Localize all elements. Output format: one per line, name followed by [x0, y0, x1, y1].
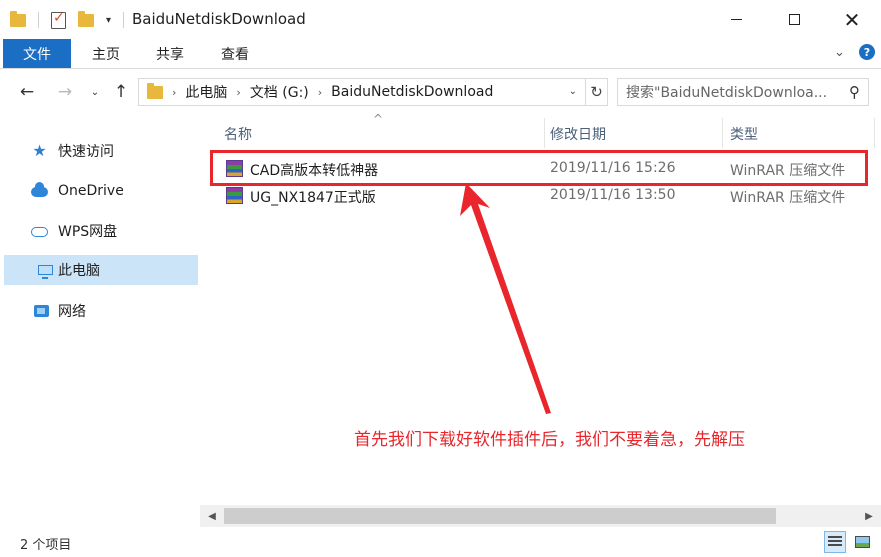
folder-icon [10, 10, 26, 27]
toolbar-divider [38, 12, 39, 28]
column-divider[interactable] [544, 118, 545, 148]
tab-file[interactable]: 文件 [3, 39, 71, 68]
details-view-button[interactable] [824, 531, 846, 553]
column-header-date[interactable]: 修改日期 [550, 118, 606, 150]
customize-toolbar-icon[interactable]: ▾ [106, 15, 111, 26]
window-title: BaiduNetdiskDownload [132, 10, 306, 28]
sidebar-item-network[interactable]: 网络 [4, 296, 198, 326]
sidebar-item-label: 此电脑 [58, 263, 100, 279]
item-count: 2 个项目 [20, 538, 72, 553]
file-modified-date: 2019/11/16 13:50 [550, 187, 676, 203]
quick-access-toolbar: ▾ [10, 10, 125, 30]
refresh-icon: ↻ [590, 83, 603, 101]
winrar-archive-icon [226, 187, 243, 204]
forward-button[interactable]: → [52, 80, 78, 104]
properties-icon[interactable] [51, 10, 66, 29]
help-icon[interactable]: ? [859, 44, 875, 60]
recent-locations-button[interactable]: ⌄ [86, 80, 104, 104]
close-icon: ✕ [843, 7, 861, 32]
chevron-right-icon[interactable]: › [236, 86, 240, 99]
chevron-down-icon: ⌄ [90, 86, 100, 98]
column-header-type[interactable]: 类型 [730, 118, 758, 150]
sort-ascending-icon: ^ [373, 112, 384, 126]
network-icon [33, 303, 50, 318]
refresh-button[interactable]: ↻ [585, 79, 607, 105]
sidebar-item-label: WPS网盘 [58, 224, 118, 240]
cloud-outline-icon [31, 223, 48, 238]
chevron-right-icon[interactable]: › [172, 86, 176, 99]
new-folder-icon[interactable] [78, 10, 94, 27]
status-bar: 2 个项目 [0, 528, 881, 557]
details-view-icon [828, 536, 842, 548]
maximize-button[interactable] [765, 0, 823, 39]
expand-ribbon-icon[interactable]: ⌄ [834, 45, 845, 60]
explorer-window: ▾ BaiduNetdiskDownload ✕ 文件 主页 共享 查看 ⌄ ?… [0, 0, 881, 557]
scrollbar-thumb[interactable] [224, 508, 776, 524]
computer-icon [37, 262, 54, 279]
sidebar-item-label: 快速访问 [58, 144, 114, 160]
sidebar-item-onedrive[interactable]: OneDrive [4, 176, 198, 206]
file-list: ^ 名称 修改日期 类型 CAD高版本转低神器 2019/11/16 15:26… [200, 112, 881, 528]
cloud-icon [31, 182, 48, 198]
back-button[interactable]: ← [14, 80, 40, 104]
horizontal-scrollbar[interactable]: ◀ ▶ [200, 505, 881, 527]
title-bar: ▾ BaiduNetdiskDownload ✕ [0, 0, 881, 39]
large-icons-view-icon [854, 536, 870, 548]
toolbar-divider [123, 12, 125, 28]
address-history-icon[interactable]: ⌄ [569, 86, 577, 97]
arrow-right-icon: → [57, 82, 73, 102]
annotation-text: 首先我们下载好软件插件后，我们不要着急，先解压 [354, 430, 745, 450]
navigation-bar: ← → ⌄ ↑ › 此电脑 › 文档 (G:) › BaiduNetdiskDo… [0, 70, 881, 114]
tab-home[interactable]: 主页 [78, 39, 134, 68]
file-name: UG_NX1847正式版 [250, 190, 376, 206]
minimize-button[interactable] [707, 0, 765, 39]
star-icon: ★ [32, 141, 47, 160]
up-button[interactable]: ↑ [108, 80, 134, 104]
column-divider[interactable] [722, 118, 723, 148]
maximize-icon [788, 14, 800, 25]
folder-icon [147, 82, 163, 99]
large-icons-view-button[interactable] [851, 531, 873, 553]
sidebar-item-this-pc[interactable]: 此电脑 [4, 255, 198, 285]
breadcrumb-drive-g[interactable]: 文档 (G:) [250, 82, 309, 102]
search-box[interactable]: 搜索"BaiduNetdiskDownloa... ⚲ [617, 78, 869, 106]
sidebar-item-label: OneDrive [58, 183, 124, 199]
file-row[interactable]: UG_NX1847正式版 2019/11/16 13:50 WinRAR 压缩文… [210, 183, 874, 209]
tab-share[interactable]: 共享 [142, 39, 198, 68]
chevron-right-icon[interactable]: › [318, 86, 322, 99]
sidebar-item-wps[interactable]: WPS网盘 [4, 216, 198, 246]
arrow-left-icon: ← [19, 82, 35, 102]
close-button[interactable]: ✕ [823, 0, 881, 39]
column-divider[interactable] [874, 118, 875, 148]
sidebar-item-quick-access[interactable]: ★ 快速访问 [4, 136, 198, 166]
breadcrumb-this-pc[interactable]: 此电脑 [185, 82, 227, 102]
column-header-name[interactable]: 名称 [224, 118, 252, 150]
scroll-right-icon[interactable]: ▶ [861, 508, 877, 524]
navigation-pane: ★ 快速访问 OneDrive WPS网盘 此电脑 网络 [0, 114, 200, 528]
ribbon-tabs: 文件 主页 共享 查看 ⌄ ? [0, 39, 881, 69]
address-bar[interactable]: › 此电脑 › 文档 (G:) › BaiduNetdiskDownload ⌄… [138, 78, 608, 106]
breadcrumb-current-folder[interactable]: BaiduNetdiskDownload [331, 84, 493, 100]
minimize-icon [730, 19, 742, 20]
scroll-left-icon[interactable]: ◀ [204, 508, 220, 524]
tab-view[interactable]: 查看 [206, 39, 264, 68]
search-input[interactable]: 搜索"BaiduNetdiskDownloa... [626, 82, 844, 102]
sidebar-item-label: 网络 [58, 304, 86, 320]
file-type: WinRAR 压缩文件 [730, 190, 846, 206]
arrow-up-icon: ↑ [113, 82, 129, 102]
search-icon[interactable]: ⚲ [849, 83, 860, 101]
annotation-highlight-box [210, 150, 868, 186]
